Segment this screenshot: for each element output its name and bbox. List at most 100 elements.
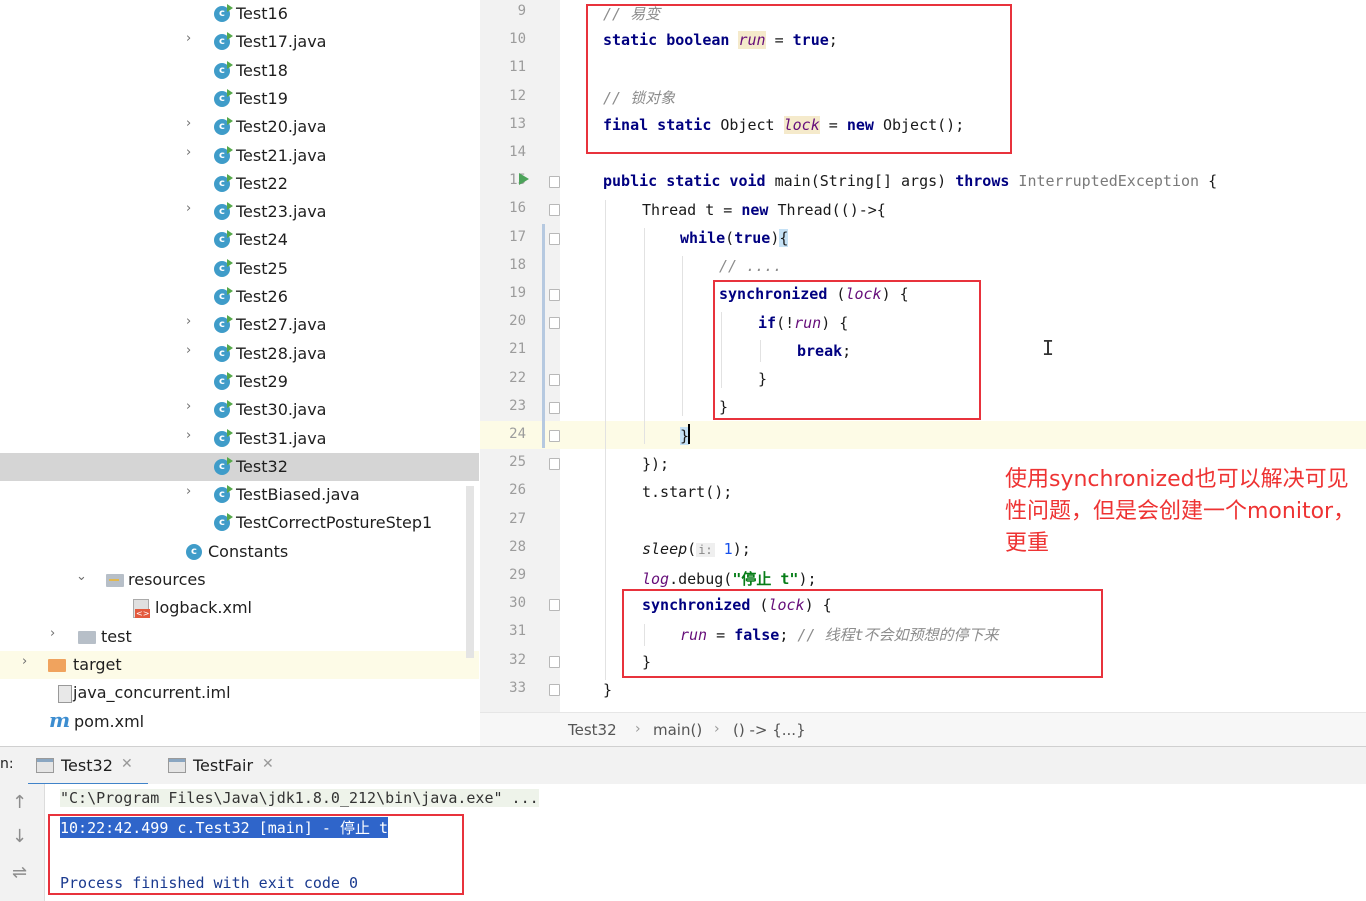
chevron-right-icon[interactable]: ›	[186, 428, 191, 443]
tree-item-label: test	[101, 626, 132, 646]
tab-test32[interactable]: Test32 ✕	[28, 747, 148, 786]
tree-item-label: resources	[128, 570, 206, 589]
line-number: 25	[509, 454, 526, 471]
close-icon[interactable]: ✕	[121, 756, 133, 772]
fold-marker-icon[interactable]	[549, 289, 560, 301]
tree-item-label: TestBiased.java	[236, 485, 360, 505]
breadcrumb-method[interactable]: main()	[653, 721, 702, 739]
tree-item-label: Test18	[236, 60, 288, 80]
java-class-run-icon: c	[214, 315, 233, 334]
breadcrumb-lambda[interactable]: () -> {...}	[733, 721, 806, 739]
chevron-right-icon[interactable]: ›	[186, 484, 191, 499]
tree-item-label: Test19	[236, 88, 288, 108]
chevron-right-icon[interactable]: ›	[186, 31, 191, 46]
indent-guide	[644, 228, 645, 444]
tree-item[interactable]: › c Test28.java	[0, 340, 479, 368]
fold-marker-icon[interactable]	[549, 458, 560, 471]
highlight-box-sync-loop	[713, 280, 981, 420]
tree-item[interactable]: › target	[0, 650, 479, 679]
java-class-run-icon: c	[214, 4, 233, 22]
tree-item[interactable]: c Test24	[0, 226, 479, 254]
tree-item[interactable]: c Test18	[0, 57, 479, 85]
fold-marker-icon[interactable]	[549, 232, 560, 245]
project-tree: c Test16 › c Test17.java c Test18 c Test19 › c Test…	[0, 0, 479, 743]
tree-item[interactable]: c Test29	[0, 368, 479, 396]
line-number: 29	[509, 567, 526, 583]
chevron-right-icon[interactable]: ›	[22, 654, 27, 669]
tree-item[interactable]: logback.xml	[0, 594, 479, 622]
tree-item[interactable]: › c Test21.java	[0, 142, 479, 170]
line-number: 21	[509, 341, 526, 358]
tree-item[interactable]: c Test32	[0, 452, 479, 481]
chevron-right-icon[interactable]: ›	[186, 145, 191, 160]
tree-item[interactable]: ⌄ resources	[0, 566, 479, 594]
chevron-right-icon[interactable]: ›	[186, 343, 191, 358]
tree-item[interactable]: c Test22	[0, 170, 479, 198]
chevron-right-icon[interactable]: ›	[186, 314, 191, 329]
java-class-run-icon: c	[214, 456, 233, 475]
line-number: 32	[509, 651, 526, 668]
fold-marker-icon[interactable]	[549, 430, 560, 442]
chevron-right-icon[interactable]: ›	[186, 201, 191, 216]
soft-wrap-icon[interactable]: ⇌	[12, 862, 27, 883]
tree-item[interactable]: › c Test27.java	[0, 311, 479, 339]
line-number: 11	[509, 59, 526, 76]
fold-marker-icon[interactable]	[549, 599, 560, 612]
run-config-icon	[168, 758, 186, 773]
tree-item-label: Test29	[236, 371, 288, 391]
tree-item-label: Test20.java	[236, 117, 327, 137]
line-number: 28	[509, 538, 526, 555]
chevron-right-icon[interactable]: ›	[50, 626, 55, 641]
tree-item[interactable]: › c TestBiased.java	[0, 481, 479, 509]
fold-marker-icon[interactable]	[549, 317, 560, 330]
indent-guide	[682, 256, 683, 416]
chevron-right-icon: ›	[714, 721, 720, 737]
java-class-icon: c	[186, 543, 202, 560]
tree-item[interactable]: › c Test17.java	[0, 28, 479, 56]
folder-icon	[78, 630, 96, 644]
line-number: 10	[509, 31, 526, 48]
line-number: 16	[509, 200, 526, 217]
tab-testfair[interactable]: TestFair ✕	[160, 747, 285, 783]
tree-item[interactable]: c Test16	[0, 0, 479, 28]
java-class-run-icon: c	[214, 513, 233, 532]
tree-item[interactable]: c Test19	[0, 85, 479, 113]
highlight-box-fields	[586, 4, 1012, 154]
line-number: 14	[509, 144, 526, 160]
tree-item-label: Test32	[236, 456, 288, 476]
chevron-right-icon[interactable]: ›	[186, 116, 191, 131]
java-class-run-icon: c	[214, 230, 233, 249]
fold-marker-icon[interactable]	[549, 176, 560, 189]
tree-item[interactable]: java_concurrent.iml	[0, 679, 479, 707]
breadcrumb-class[interactable]: Test32	[568, 721, 617, 739]
fold-marker-icon[interactable]	[549, 683, 560, 696]
close-icon[interactable]: ✕	[262, 756, 274, 772]
tree-item-label: Test22	[236, 173, 288, 193]
tree-item[interactable]: › c Test30.java	[0, 396, 479, 424]
tree-scrollbar[interactable]	[466, 486, 474, 658]
tree-item[interactable]: › test	[0, 623, 479, 651]
tree-item[interactable]: c Constants	[0, 538, 479, 566]
fold-marker-icon[interactable]	[549, 204, 560, 217]
chevron-down-icon[interactable]: ⌄	[76, 569, 87, 584]
java-class-run-icon: c	[214, 173, 233, 192]
fold-marker-icon[interactable]	[549, 373, 560, 386]
java-class-run-icon: c	[214, 343, 233, 362]
tree-item[interactable]: c Test26	[0, 283, 479, 311]
fold-marker-icon[interactable]	[549, 655, 560, 668]
run-gutter-icon[interactable]	[519, 173, 529, 185]
tree-item[interactable]: c TestCorrectPostureStep1	[0, 509, 479, 537]
change-marker	[542, 224, 545, 448]
tree-item[interactable]: m pom.xml	[0, 708, 479, 736]
arrow-up-icon[interactable]: ↑	[12, 792, 27, 813]
tree-item[interactable]: › c Test23.java	[0, 198, 479, 226]
tree-item[interactable]: c Test25	[0, 255, 479, 283]
chevron-right-icon[interactable]: ›	[186, 399, 191, 414]
tree-item[interactable]: › c Test20.java	[0, 113, 479, 141]
arrow-down-icon[interactable]: ↓	[12, 826, 27, 847]
java-class-run-icon: c	[214, 88, 233, 107]
java-class-run-icon: c	[214, 400, 233, 419]
fold-marker-icon[interactable]	[549, 401, 560, 414]
tree-item[interactable]: › c Test31.java	[0, 425, 479, 453]
code-line-25: });	[642, 455, 670, 473]
